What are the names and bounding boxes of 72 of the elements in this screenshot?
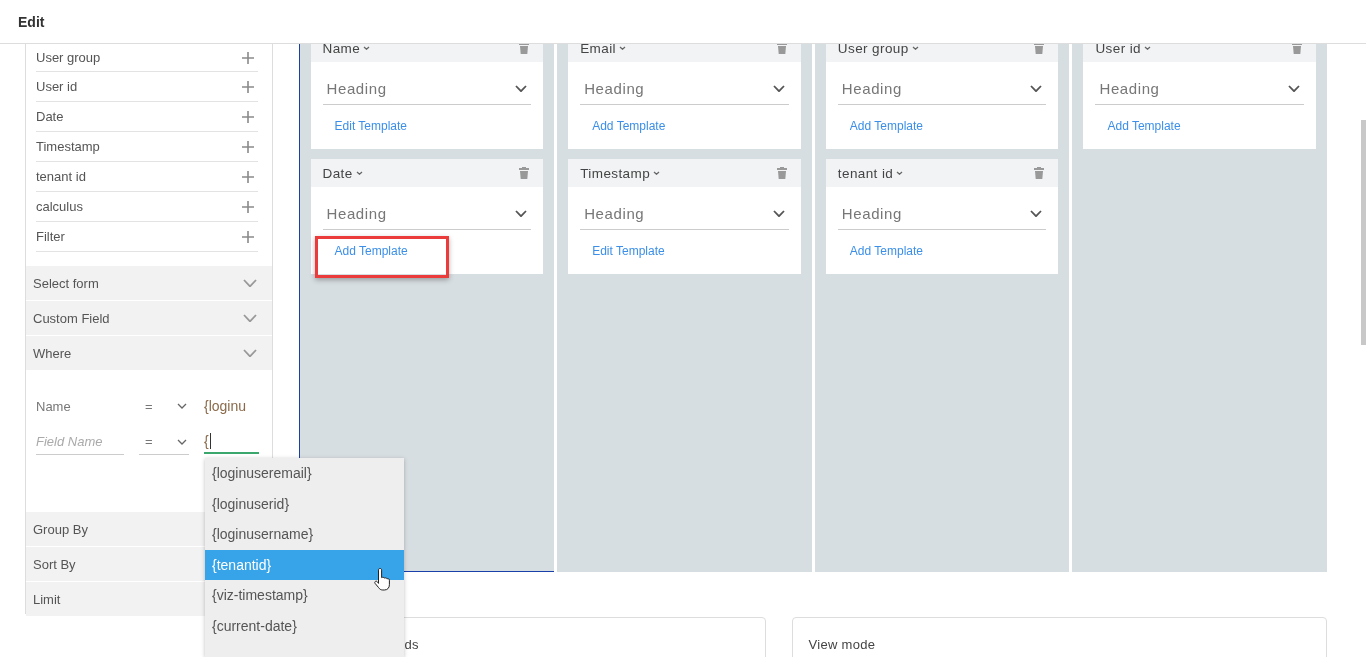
chevron-down-icon <box>242 349 257 357</box>
heading-select[interactable]: Heading <box>322 72 532 105</box>
chevron-down-icon <box>515 84 528 92</box>
chevron-down-icon <box>242 279 257 287</box>
template-link[interactable]: Add Template <box>849 244 923 258</box>
plus-icon <box>241 51 254 64</box>
chevron-down-icon <box>618 46 626 50</box>
template-link[interactable]: Edit Template <box>334 119 408 133</box>
column-title[interactable]: Timestamp <box>580 165 661 181</box>
heading-select[interactable]: Heading <box>580 72 789 105</box>
chevron-down-icon <box>355 171 363 175</box>
plus-icon <box>241 140 254 153</box>
section-header[interactable]: Select form <box>26 266 272 300</box>
field-list-item[interactable]: User id <box>36 72 258 102</box>
chevron-down-icon <box>896 171 904 175</box>
field-name-input[interactable]: Name <box>36 393 124 419</box>
operator-select[interactable]: = <box>139 393 189 419</box>
value-input[interactable]: { <box>204 430 259 454</box>
chevron-down-icon <box>772 84 785 92</box>
chevron-down-icon <box>911 46 919 50</box>
plus-icon <box>241 230 254 243</box>
chevron-down-icon <box>177 438 187 445</box>
section-header[interactable]: Where <box>26 336 272 370</box>
plus-icon <box>241 170 254 183</box>
heading-select[interactable]: Heading <box>837 197 1047 230</box>
suggestion-item[interactable]: {loginuseremail} <box>205 458 404 489</box>
trash-icon <box>1034 44 1045 54</box>
field-list-item[interactable]: Date <box>36 102 258 132</box>
column-title[interactable]: tenant id <box>837 165 904 181</box>
chevron-down-icon <box>1030 84 1043 92</box>
field-list-item[interactable]: Timestamp <box>36 132 258 162</box>
trash-icon <box>776 167 787 179</box>
chevron-down-icon <box>242 314 257 322</box>
section-header[interactable]: Custom Field <box>26 301 272 335</box>
heading-select[interactable]: Heading <box>322 197 532 230</box>
column-title[interactable]: Date <box>322 165 363 181</box>
trash-icon <box>1034 167 1045 179</box>
trash-icon <box>1292 44 1303 54</box>
trash-icon <box>519 167 530 179</box>
field-list-item[interactable]: User group <box>36 44 258 72</box>
chevron-down-icon <box>1030 209 1043 217</box>
field-list-item[interactable]: Filter <box>36 222 258 252</box>
template-link[interactable]: Add Template <box>1107 119 1181 133</box>
heading-select[interactable]: Heading <box>580 197 789 230</box>
plus-icon <box>241 80 254 93</box>
chevron-down-icon <box>515 209 528 217</box>
operator-select[interactable]: = <box>139 429 189 455</box>
chevron-down-icon <box>363 46 371 50</box>
pointer-cursor-icon <box>374 567 392 591</box>
card-title: View mode <box>808 637 876 652</box>
trash-icon <box>776 44 787 54</box>
plus-icon <box>241 200 254 213</box>
plus-icon <box>241 110 254 123</box>
card-title: ds <box>404 637 419 652</box>
scrollbar[interactable] <box>1361 120 1366 345</box>
field-list-item[interactable]: calculus <box>36 192 258 222</box>
chevron-down-icon <box>1288 84 1301 92</box>
trash-icon <box>519 44 530 54</box>
chevron-down-icon <box>1144 46 1152 50</box>
window-title: Edit <box>18 13 45 30</box>
heading-select[interactable]: Heading <box>1095 72 1305 105</box>
chevron-down-icon <box>177 403 187 409</box>
field-list-item[interactable]: tenant id <box>36 162 258 192</box>
template-link[interactable]: Add Template <box>592 119 666 133</box>
chevron-down-icon <box>772 209 785 217</box>
template-link[interactable]: Add Template <box>849 119 923 133</box>
column-title[interactable]: Name <box>322 44 371 56</box>
chevron-down-icon <box>653 171 661 175</box>
value-input[interactable]: {loginu <box>204 394 259 418</box>
template-link[interactable]: Edit Template <box>592 244 665 258</box>
template-link[interactable]: Add Template <box>334 244 408 258</box>
heading-select[interactable]: Heading <box>837 72 1047 105</box>
